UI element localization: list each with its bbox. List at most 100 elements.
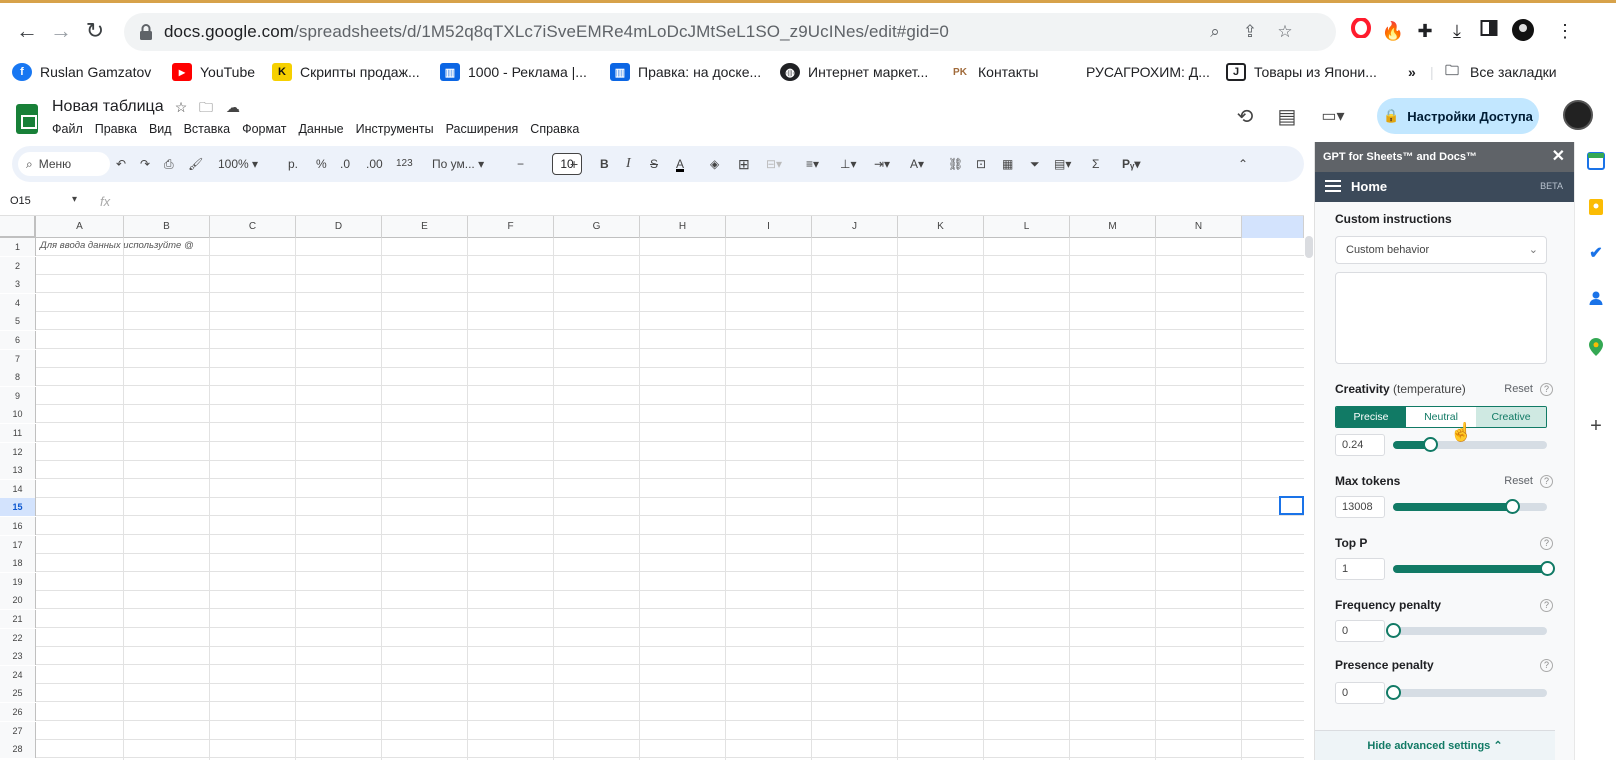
text-wrap-icon[interactable]: ⇥▾: [874, 154, 890, 174]
slider-knob[interactable]: [1386, 623, 1401, 638]
help-icon[interactable]: ?: [1540, 599, 1553, 612]
menu-tools[interactable]: Инструменты: [356, 122, 434, 136]
column-header[interactable]: C: [210, 216, 296, 238]
presence-penalty-slider[interactable]: [1386, 685, 1547, 700]
bookmark-item[interactable]: РУСАГРОХИМ: Д...: [1086, 61, 1210, 83]
print-icon[interactable]: ⎙: [164, 154, 174, 174]
column-header[interactable]: G: [554, 216, 640, 238]
input-tools-icon[interactable]: Pᵧ▾: [1122, 154, 1140, 174]
download-icon[interactable]: ⤓: [1444, 18, 1470, 44]
column-header[interactable]: A: [36, 216, 124, 238]
version-history-icon[interactable]: ⟲: [1232, 104, 1258, 130]
puzzle-extensions-icon[interactable]: ✚: [1412, 18, 1438, 44]
column-header[interactable]: J: [812, 216, 898, 238]
column-header[interactable]: B: [124, 216, 210, 238]
bookmark-item[interactable]: f Ruslan Gamzatov: [12, 61, 151, 83]
font-size-increase-button[interactable]: +: [570, 154, 578, 174]
move-folder-icon[interactable]: 🗀: [197, 98, 215, 116]
select-all-corner[interactable]: [0, 216, 36, 238]
side-panel-icon[interactable]: [1476, 18, 1502, 44]
max-tokens-slider[interactable]: [1393, 499, 1547, 514]
menu-extensions[interactable]: Расширения: [446, 122, 519, 136]
filter-views-icon[interactable]: ▤▾: [1054, 154, 1071, 174]
row-header[interactable]: 17: [0, 535, 36, 554]
scrollbar-thumb[interactable]: [1305, 236, 1313, 258]
row-header[interactable]: 1: [0, 238, 36, 256]
column-header[interactable]: I: [726, 216, 812, 238]
menu-edit[interactable]: Правка: [95, 122, 137, 136]
collapse-toolbar-icon[interactable]: ⌃: [1238, 154, 1248, 174]
column-header[interactable]: L: [984, 216, 1070, 238]
temperature-input[interactable]: 0.24: [1335, 434, 1385, 456]
text-rotation-icon[interactable]: A▾: [910, 154, 924, 174]
insert-comment-icon[interactable]: ⊡: [976, 154, 986, 174]
slider-knob[interactable]: [1540, 561, 1555, 576]
insert-link-icon[interactable]: ⛓: [948, 154, 963, 174]
menu-search-button[interactable]: ⌕ Меню: [18, 152, 110, 176]
all-bookmarks-button[interactable]: 🗀 Все закладки: [1442, 61, 1557, 83]
row-header[interactable]: 15: [0, 498, 36, 517]
filter-icon[interactable]: ⏷: [1030, 154, 1040, 174]
tasks-icon[interactable]: ✔: [1586, 244, 1606, 264]
row-header[interactable]: 19: [0, 572, 36, 591]
creativity-creative-button[interactable]: Creative: [1476, 407, 1546, 427]
grid-vertical-scrollbar[interactable]: [1304, 216, 1314, 760]
creativity-precise-button[interactable]: Precise: [1336, 407, 1406, 427]
top-p-input[interactable]: 1: [1335, 558, 1385, 580]
row-header[interactable]: 18: [0, 554, 36, 573]
row-header[interactable]: 2: [0, 256, 36, 275]
more-bookmarks-button[interactable]: »: [1408, 61, 1416, 83]
menu-data[interactable]: Данные: [298, 122, 343, 136]
bookmark-item[interactable]: PK Контакты: [950, 61, 1038, 83]
max-tokens-input[interactable]: 13008: [1335, 496, 1385, 518]
custom-instructions-textarea[interactable]: [1335, 272, 1547, 364]
menu-format[interactable]: Формат: [242, 122, 286, 136]
opera-icon[interactable]: [1348, 17, 1374, 44]
functions-icon[interactable]: Σ: [1092, 154, 1099, 174]
menu-file[interactable]: Файл: [52, 122, 83, 136]
menu-help[interactable]: Справка: [530, 122, 579, 136]
column-header-selected[interactable]: [1242, 216, 1304, 238]
star-icon[interactable]: ☆: [1274, 21, 1296, 43]
column-header[interactable]: F: [468, 216, 554, 238]
row-header[interactable]: 12: [0, 442, 36, 461]
creativity-reset-button[interactable]: Reset: [1504, 383, 1533, 395]
bookmark-item[interactable]: ▶ YouTube: [172, 61, 255, 83]
percent-format-button[interactable]: %: [316, 154, 327, 174]
more-menu-icon[interactable]: ⋮: [1552, 18, 1578, 44]
row-header[interactable]: 16: [0, 517, 36, 535]
max-tokens-reset-button[interactable]: Reset: [1504, 475, 1533, 487]
row-header[interactable]: 20: [0, 591, 36, 610]
text-color-icon[interactable]: A: [676, 154, 685, 172]
paint-format-icon[interactable]: 🖌: [188, 154, 203, 174]
row-header[interactable]: 14: [0, 479, 36, 498]
row-header[interactable]: 11: [0, 424, 36, 442]
column-header[interactable]: H: [640, 216, 726, 238]
reload-icon[interactable]: ↻: [80, 16, 110, 46]
row-header[interactable]: 4: [0, 293, 36, 312]
horizontal-align-icon[interactable]: ≡▾: [806, 154, 819, 174]
bookmark-item[interactable]: ◍ Интернет маркет...: [780, 61, 928, 83]
redo-icon[interactable]: ↷: [140, 154, 150, 174]
slider-knob[interactable]: [1422, 437, 1438, 452]
sheets-logo-icon[interactable]: [16, 104, 38, 134]
row-header[interactable]: 21: [0, 610, 36, 628]
menu-view[interactable]: Вид: [149, 122, 172, 136]
font-size-decrease-button[interactable]: −: [517, 154, 524, 174]
help-icon[interactable]: ?: [1540, 537, 1553, 550]
decrease-decimal-button[interactable]: .0: [340, 154, 350, 174]
presence-penalty-input[interactable]: 0: [1335, 682, 1385, 704]
calendar-icon[interactable]: [1586, 152, 1606, 172]
help-icon[interactable]: ?: [1540, 383, 1553, 396]
row-header[interactable]: 10: [0, 405, 36, 424]
flame-extension-icon[interactable]: 🔥: [1380, 18, 1406, 44]
row-header[interactable]: 23: [0, 647, 36, 666]
frequency-penalty-slider[interactable]: [1386, 623, 1547, 638]
italic-icon[interactable]: I: [626, 154, 631, 174]
slider-knob[interactable]: [1504, 499, 1520, 514]
merge-cells-icon[interactable]: ⊟▾: [766, 154, 782, 174]
hamburger-menu-icon[interactable]: [1325, 180, 1341, 192]
share-page-icon[interactable]: ⇪: [1239, 21, 1261, 43]
row-header[interactable]: 6: [0, 331, 36, 349]
insert-chart-icon[interactable]: ▦: [1002, 154, 1013, 174]
